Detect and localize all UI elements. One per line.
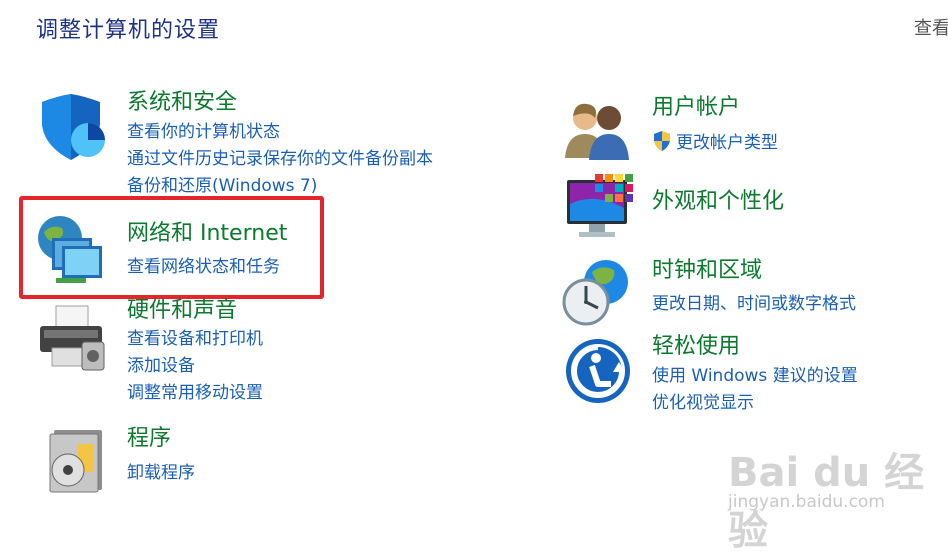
link-change-account-type-label: 更改帐户类型 bbox=[676, 133, 778, 153]
link-mobility-settings[interactable]: 调整常用移动设置 bbox=[127, 382, 263, 404]
link-uninstall-program[interactable]: 卸载程序 bbox=[127, 462, 195, 484]
link-view-devices-printers[interactable]: 查看设备和打印机 bbox=[127, 328, 263, 350]
users-icon[interactable] bbox=[565, 98, 635, 168]
link-use-windows-suggested-settings[interactable]: 使用 Windows 建议的设置 bbox=[652, 365, 858, 387]
link-change-account-type[interactable]: 更改帐户类型 bbox=[652, 131, 778, 154]
baidu-jingyan-watermark: Bai du 经验 jingyan.baidu.com bbox=[728, 440, 938, 554]
watermark-brand: Bai du 经验 bbox=[728, 450, 925, 554]
link-optimize-visual-display[interactable]: 优化视觉显示 bbox=[652, 392, 754, 414]
view-by-label[interactable]: 查看 bbox=[914, 14, 948, 40]
category-title-hardware-sound[interactable]: 硬件和声音 bbox=[127, 297, 237, 325]
category-title-system-security[interactable]: 系统和安全 bbox=[127, 89, 237, 117]
link-backup-restore[interactable]: 备份和还原(Windows 7) bbox=[127, 175, 317, 197]
page-title: 调整计算机的设置 bbox=[36, 18, 221, 43]
ease-of-access-icon[interactable] bbox=[565, 338, 635, 408]
printer-icon[interactable] bbox=[38, 304, 108, 374]
category-title-programs[interactable]: 程序 bbox=[127, 425, 171, 453]
category-title-appearance-personalization[interactable]: 外观和个性化 bbox=[652, 188, 784, 216]
clock-globe-icon[interactable] bbox=[562, 258, 632, 328]
link-change-date-time-format[interactable]: 更改日期、时间或数字格式 bbox=[652, 293, 856, 315]
link-file-history-backup[interactable]: 通过文件历史记录保存你的文件备份副本 bbox=[127, 148, 433, 170]
category-title-ease-of-access[interactable]: 轻松使用 bbox=[652, 333, 740, 361]
link-add-device[interactable]: 添加设备 bbox=[127, 355, 195, 377]
highlight-box bbox=[19, 196, 324, 299]
category-title-clock-region[interactable]: 时钟和区域 bbox=[652, 257, 762, 285]
shield-icon[interactable] bbox=[38, 94, 108, 164]
programs-disc-icon[interactable] bbox=[40, 424, 110, 494]
link-view-computer-status[interactable]: 查看你的计算机状态 bbox=[127, 121, 280, 143]
watermark-url: jingyan.baidu.com bbox=[728, 492, 885, 512]
category-title-user-accounts[interactable]: 用户帐户 bbox=[652, 94, 740, 122]
uac-shield-icon bbox=[654, 131, 670, 151]
monitor-color-icon[interactable] bbox=[565, 172, 635, 242]
